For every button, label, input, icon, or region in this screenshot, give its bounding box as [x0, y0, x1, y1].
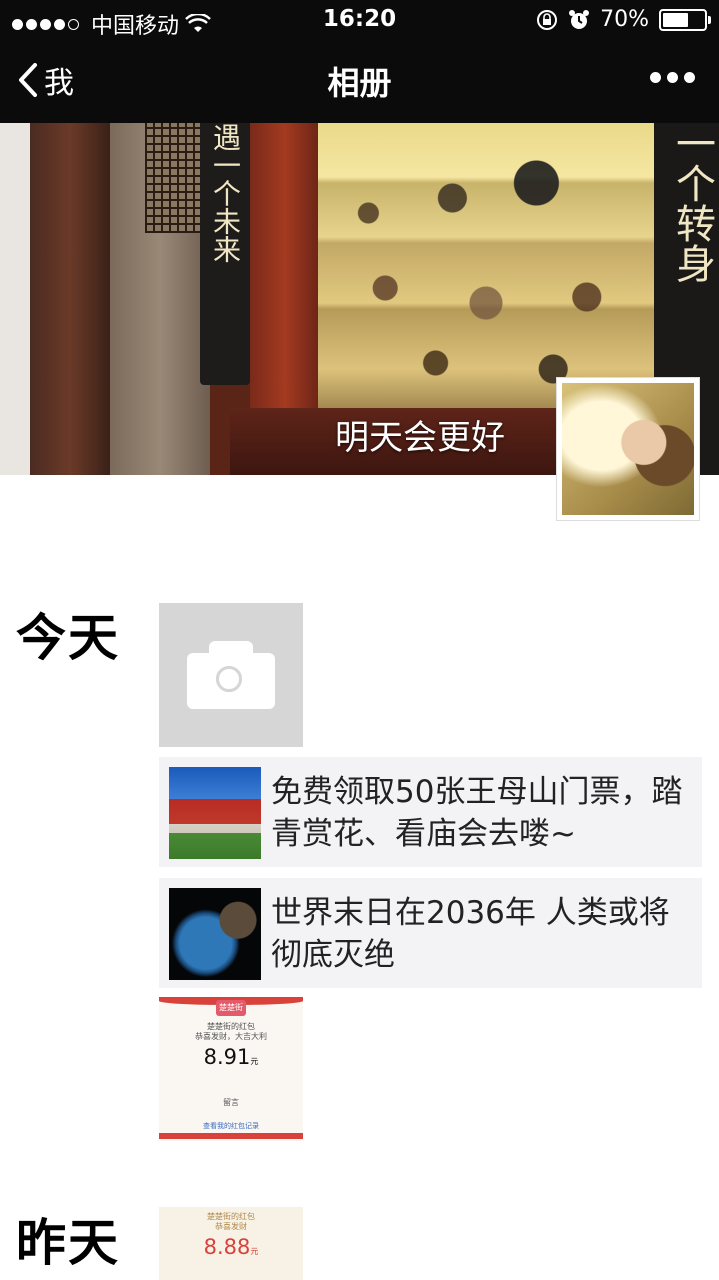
- top-bar: 中国移动 16:20 70% 我 相册: [0, 0, 719, 123]
- status-right: 70%: [536, 7, 711, 32]
- alarm-icon: [569, 9, 590, 29]
- article-thumbnail: [169, 888, 261, 980]
- rotation-lock-icon: [537, 9, 558, 30]
- add-photo-button[interactable]: [159, 603, 303, 747]
- status-bar: 中国移动 16:20 70%: [0, 0, 719, 40]
- date-label-yesterday: 昨天: [16, 1214, 120, 1272]
- red-packet-link: 查看我的红包记录: [203, 1122, 259, 1130]
- red-packet-amount: 8.91元: [203, 1045, 259, 1069]
- red-packet-badge: 楚楚街: [216, 1000, 246, 1016]
- shared-article[interactable]: 免费领取50张王母山门票，踏青赏花、看庙会去喽~: [159, 757, 702, 867]
- more-options-icon[interactable]: [650, 72, 695, 83]
- red-packet-note: 留言: [223, 1098, 239, 1107]
- cover-caption: 明天会更好: [335, 418, 505, 458]
- avatar[interactable]: [556, 377, 700, 521]
- battery-icon: [659, 8, 711, 31]
- article-title: 免费领取50张王母山门票，踏青赏花、看庙会去喽~: [271, 774, 683, 852]
- shop-sign-left: 遇一个未来: [200, 123, 250, 385]
- battery-percent: 70%: [600, 7, 649, 32]
- date-label-today: 今天: [16, 609, 120, 667]
- red-packet-subtitle: 恭喜发财，大吉大利: [195, 1032, 267, 1041]
- article-title: 世界末日在2036年 人类或将彻底灭绝: [271, 895, 670, 973]
- red-packet-post[interactable]: 楚楚街 楚楚街的红包 恭喜发财，大吉大利 8.91元 留言 查看我的红包记录: [159, 997, 303, 1141]
- red-packet-subtitle: 恭喜发财: [215, 1222, 247, 1231]
- red-packet-amount: 8.88元: [203, 1235, 259, 1259]
- shared-article[interactable]: 世界末日在2036年 人类或将彻底灭绝: [159, 878, 702, 988]
- page-title: 相册: [327, 64, 392, 102]
- red-packet-post[interactable]: 楚楚街的红包 恭喜发财 8.88元: [159, 1207, 303, 1280]
- nav-bar: 我 相册: [0, 40, 719, 123]
- article-thumbnail: [169, 767, 261, 859]
